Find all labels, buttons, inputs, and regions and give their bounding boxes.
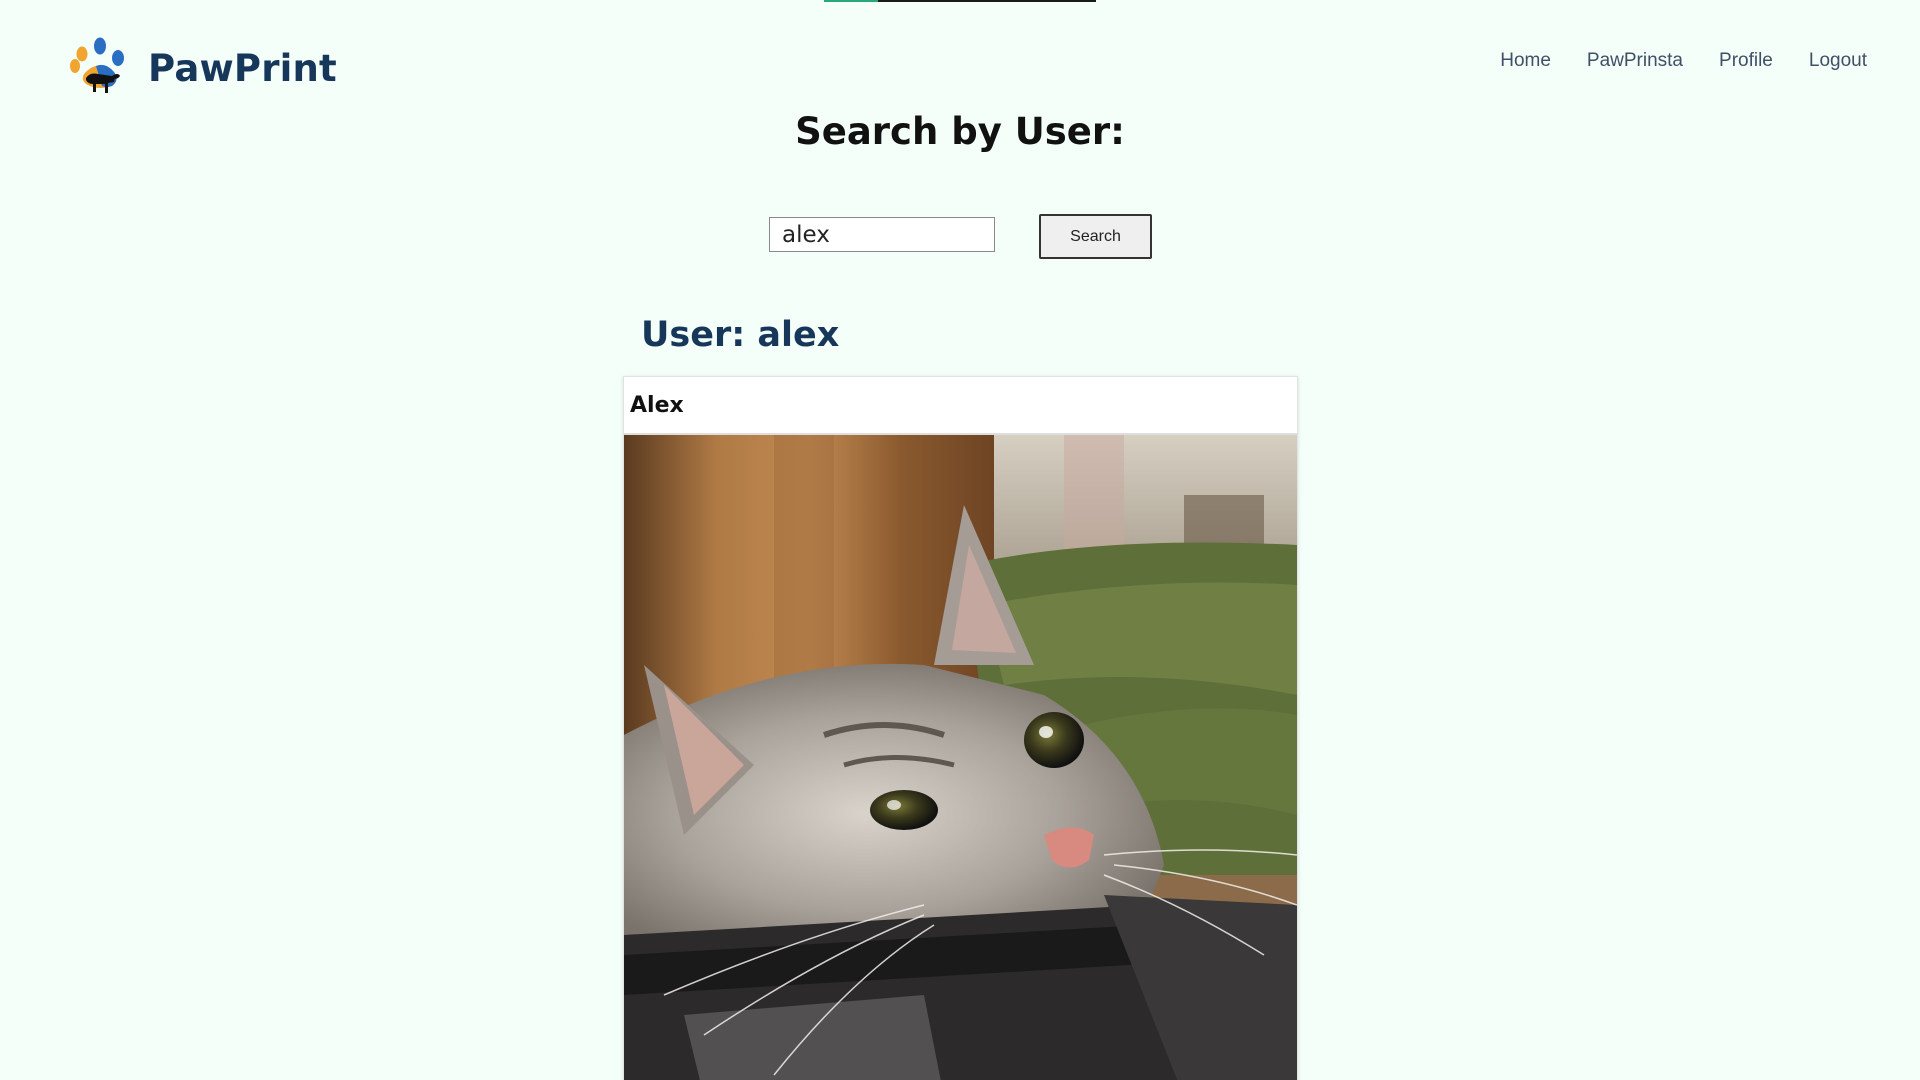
user-card: Alex (623, 376, 1298, 1080)
result-user-heading: User: alex (641, 315, 840, 355)
main-nav: Home PawPrinsta Profile Logout (1500, 50, 1867, 72)
cat-photo (624, 435, 1297, 1080)
nav-home[interactable]: Home (1500, 50, 1551, 72)
nav-profile[interactable]: Profile (1719, 50, 1773, 72)
search-title: Search by User: (795, 110, 1125, 153)
paw-print-logo-icon (70, 37, 124, 93)
site-header: PawPrint Home PawPrinsta Profile Logout (0, 0, 1920, 120)
search-input[interactable] (769, 217, 995, 252)
logo-text: PawPrint (148, 46, 337, 90)
user-card-name: Alex (630, 392, 684, 418)
logo-link[interactable]: PawPrint (68, 36, 337, 100)
nav-pawprinsta[interactable]: PawPrinsta (1587, 50, 1683, 72)
nav-logout[interactable]: Logout (1809, 50, 1867, 72)
user-card-header: Alex (624, 377, 1297, 435)
search-button[interactable]: Search (1039, 214, 1152, 259)
